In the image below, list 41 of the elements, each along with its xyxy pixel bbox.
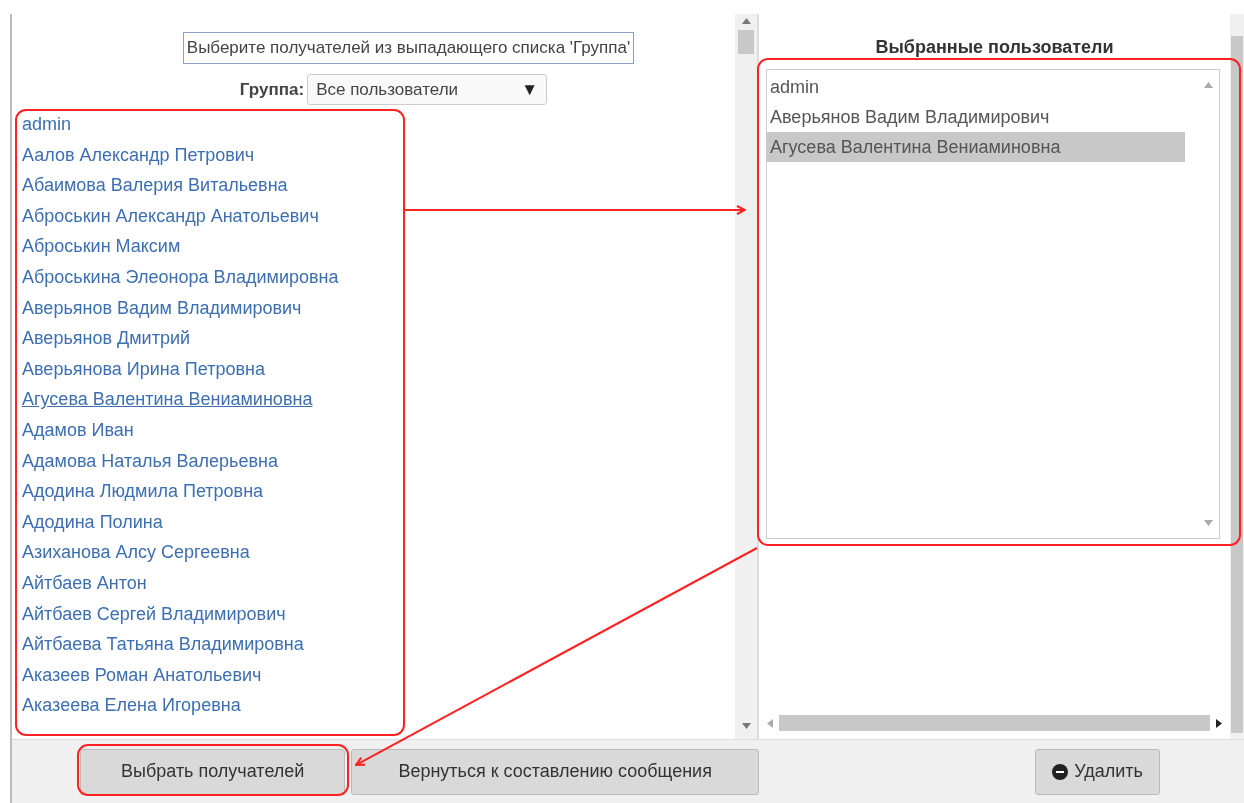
user-link[interactable]: Айтбаев Сергей Владимирович <box>22 598 735 630</box>
instruction-text: Выберите получателей из выпадающего списка 'Группа' <box>182 32 635 64</box>
scroll-up-icon[interactable] <box>1203 82 1213 88</box>
horizontal-scroll-thumb[interactable] <box>779 715 1210 731</box>
user-link[interactable]: Аброськин Максим <box>22 231 735 262</box>
user-link[interactable]: Адодина Полина <box>22 506 735 538</box>
user-link[interactable]: Адодина Людмила Петровна <box>22 476 735 507</box>
list-item[interactable]: admin <box>767 72 1185 102</box>
minus-circle-icon <box>1052 763 1069 780</box>
user-link[interactable]: Адамова Наталья Валерьевна <box>22 445 735 477</box>
user-link[interactable]: Аверьянова Ирина Петровна <box>22 353 735 385</box>
group-label: Группа: <box>239 78 305 101</box>
scroll-up-icon[interactable] <box>741 18 751 24</box>
user-link[interactable]: Айтбаев Антон <box>22 567 735 599</box>
user-link[interactable]: Агусева Валентина Вениаминовна <box>22 384 735 415</box>
user-link[interactable]: Аверьянов Дмитрий <box>22 323 735 354</box>
scroll-right-icon[interactable] <box>1216 718 1222 728</box>
user-link[interactable]: Аказеев Роман Анатольевич <box>22 659 735 691</box>
action-button[interactable]: Вернуться к составлению сообщения <box>351 748 759 795</box>
list-item[interactable]: Аверьянов Вадим Владимирович <box>767 102 1185 132</box>
panel-title: Выбранные пользователи <box>874 36 1115 59</box>
vertical-scrollbar[interactable] <box>1230 14 1244 739</box>
user-link[interactable]: admin <box>22 109 735 140</box>
scroll-thumb[interactable] <box>738 30 754 54</box>
user-link[interactable]: Аказеева Елена Игоревна <box>22 690 735 721</box>
delete-button[interactable]: Удалить <box>1035 748 1160 795</box>
user-link[interactable]: Азиханова Алсу Сергеевна <box>22 537 735 568</box>
user-link[interactable]: Айтбаева Татьяна Владимировна <box>22 629 735 660</box>
vertical-scrollbar[interactable] <box>735 14 757 739</box>
list-item[interactable]: Агусева Валентина Вениаминовна <box>767 132 1185 162</box>
user-link[interactable]: Аброськина Элеонора Владимировна <box>22 261 735 293</box>
scroll-down-icon[interactable] <box>741 723 751 729</box>
scroll-down-icon[interactable] <box>1203 520 1213 526</box>
scroll-left-icon[interactable] <box>767 718 773 728</box>
user-link[interactable]: Абаимова Валерия Витальевна <box>22 170 735 201</box>
user-link[interactable]: Аалов Александр Петрович <box>22 139 735 171</box>
user-link[interactable]: Аброськин Александр Анатольевич <box>22 200 735 232</box>
user-link[interactable]: Аверьянов Вадим Владимирович <box>22 292 735 324</box>
user-link[interactable]: Адамов Иван <box>22 414 735 446</box>
action-button[interactable]: Выбрать получателей <box>80 748 346 795</box>
group-dropdown[interactable]: Все пользователи ▼ <box>307 73 548 105</box>
